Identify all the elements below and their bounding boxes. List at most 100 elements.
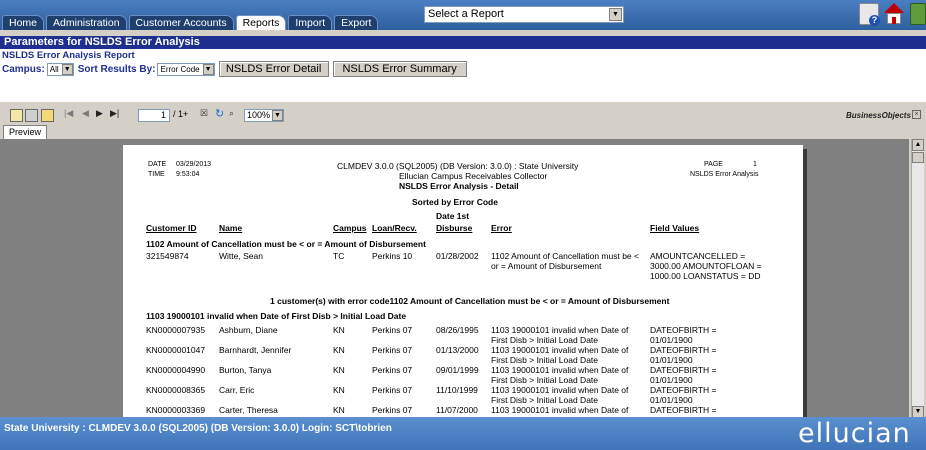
exit-icon[interactable] (910, 3, 926, 25)
tab-reports[interactable]: Reports (235, 15, 287, 30)
group-summary: 1 customer(s) with error code1102 Amount… (270, 296, 670, 306)
parameters-title: Parameters for NSLDS Error Analysis (0, 36, 926, 49)
page-number-input[interactable]: 1 (138, 109, 170, 122)
cell-campus: KN (333, 365, 345, 375)
main-tabs: Home Administration Customer Accounts Re… (2, 15, 380, 30)
cell-name: Carr, Eric (219, 385, 255, 395)
cell-field-values: DATEOFBIRTH = 01/01/1900 (650, 385, 717, 405)
cell-name: Barnhardt, Jennifer (219, 345, 292, 355)
cell-loan: Perkins 07 (372, 325, 413, 335)
status-bar: State University : CLMDEV 3.0.0 (SQL2005… (0, 417, 926, 450)
header-loan: Loan/Recv. (372, 223, 417, 233)
cell-field-values: DATEOFBIRTH = 01/01/1900 (650, 345, 717, 365)
cell-loan: Perkins 07 (372, 385, 413, 395)
cell-date: 11/07/2000 (436, 405, 478, 415)
close-report-icon[interactable]: ☒ (200, 108, 208, 119)
last-page-icon[interactable]: ▶| (110, 108, 119, 119)
cell-date: 09/01/1999 (436, 365, 479, 375)
question-mark-icon: ? (869, 15, 880, 26)
help-icon[interactable]: ? (859, 3, 880, 26)
vertical-scrollbar[interactable]: ▲ ▼ (911, 139, 924, 418)
campus-select-value: All (49, 64, 59, 74)
cell-name: Burton, Tanya (219, 365, 272, 375)
first-page-icon[interactable]: |◀ (64, 108, 73, 119)
tab-home[interactable]: Home (2, 15, 45, 30)
cell-customer-id: KN0000004990 (146, 365, 206, 375)
next-page-icon[interactable]: ▶ (96, 108, 103, 119)
zoom-select-value: 100% (247, 110, 271, 120)
cell-campus: KN (333, 345, 345, 355)
cell-customer-id: KN0000008365 (146, 385, 206, 395)
report-viewer: |◀ ◀ ▶ ▶| 1 / 1+ ☒ ↻ ⌕ 100% ▼ BusinessOb… (0, 101, 926, 418)
tab-export[interactable]: Export (334, 15, 379, 30)
cell-error: 1103 19000101 invalid when Date of First… (491, 365, 629, 385)
refresh-icon[interactable]: ↻ (215, 107, 224, 120)
date-label: DATE (148, 161, 167, 168)
cell-name: Carter, Theresa (219, 405, 278, 415)
page-total: / 1+ (173, 109, 189, 119)
cell-campus: KN (333, 325, 345, 335)
nslds-error-summary-button[interactable]: NSLDS Error Summary (332, 61, 467, 77)
businessobjects-logo: BusinessObjects (846, 111, 911, 120)
cell-customer-id: KN0000001047 (146, 345, 206, 355)
cell-date: 01/13/2000 (436, 345, 479, 355)
header-customer-id: Customer ID (146, 223, 197, 233)
sorted-by: Sorted by Error Code (412, 197, 498, 207)
product-line: Ellucian Campus Receivables Collector (399, 171, 548, 181)
cell-loan: Perkins 07 (372, 345, 413, 355)
tab-import[interactable]: Import (288, 15, 333, 30)
parameters-panel: NSLDS Error Analysis Report Campus: All … (0, 49, 926, 101)
previous-page-icon[interactable]: ◀ (82, 108, 89, 119)
cell-loan: Perkins 10 (372, 251, 413, 261)
export-icon[interactable] (10, 109, 23, 122)
chevron-down-icon[interactable]: ▼ (202, 63, 214, 75)
header-field-values: Field Values (650, 223, 700, 233)
cell-name: Ashburn, Diane (219, 325, 278, 335)
cell-error: 1103 19000101 invalid when Date of First… (491, 345, 629, 365)
close-icon[interactable]: × (912, 110, 921, 119)
cell-campus: KN (333, 385, 345, 395)
sort-label: Sort Results By: (77, 63, 156, 75)
viewer-toolbar: |◀ ◀ ▶ ▶| 1 / 1+ ☒ ↻ ⌕ 100% ▼ BusinessOb… (0, 105, 926, 127)
report-canvas: DATE 03/29/2013 TIME 9:53:04 CLMDEV 3.0.… (0, 139, 909, 418)
report-select[interactable]: Select a Report ▼ (424, 6, 624, 23)
home-door-shape (892, 17, 896, 24)
group-title: 1103 19000101 invalid when Date of First… (146, 311, 407, 321)
sort-select[interactable]: Error Code ▼ (157, 62, 215, 76)
cell-customer-id: KN0000003369 (146, 405, 206, 415)
search-icon[interactable]: ⌕ (229, 108, 234, 119)
cell-customer-id: KN0000007935 (146, 325, 206, 335)
zoom-select[interactable]: 100% ▼ (244, 109, 284, 122)
report-page: DATE 03/29/2013 TIME 9:53:04 CLMDEV 3.0.… (123, 145, 803, 418)
report-select-value: Select a Report (428, 8, 504, 20)
home-icon[interactable] (884, 3, 904, 25)
report-code: NSLDS Error Analysis (690, 171, 759, 178)
tab-administration[interactable]: Administration (46, 15, 127, 30)
tab-customer-accounts[interactable]: Customer Accounts (128, 15, 234, 30)
scroll-up-icon[interactable]: ▲ (912, 139, 924, 151)
print-icon[interactable] (25, 109, 38, 122)
date-value: 03/29/2013 (176, 161, 212, 168)
campus-select[interactable]: All ▼ (46, 62, 74, 76)
header-campus: Campus (333, 223, 367, 233)
cell-error: 1102 Amount of Cancellation must be < or… (491, 251, 639, 271)
ellucian-logo: ellucian (798, 418, 911, 449)
cell-loan: Perkins 07 (372, 405, 413, 415)
header-name: Name (219, 223, 243, 233)
tab-preview[interactable]: Preview (3, 125, 48, 139)
chevron-down-icon[interactable]: ▼ (609, 8, 622, 21)
parameters-subtitle: NSLDS Error Analysis Report (2, 50, 135, 61)
scroll-thumb[interactable] (912, 152, 924, 163)
chevron-down-icon[interactable]: ▼ (61, 63, 73, 75)
cell-date: 08/26/1995 (436, 325, 479, 335)
header-date-bottom: Disburse (436, 223, 473, 233)
cell-error: 1103 19000101 invalid when Date of First… (491, 325, 629, 345)
group-tree-icon[interactable] (41, 109, 54, 122)
header-error: Error (491, 223, 512, 233)
nslds-error-detail-button[interactable]: NSLDS Error Detail (218, 61, 329, 77)
campus-label: Campus: (2, 63, 45, 75)
home-roof-shape (884, 3, 904, 13)
status-text: State University : CLMDEV 3.0.0 (SQL2005… (4, 423, 392, 434)
chevron-down-icon[interactable]: ▼ (272, 110, 283, 121)
page-number: 1 (753, 161, 757, 168)
